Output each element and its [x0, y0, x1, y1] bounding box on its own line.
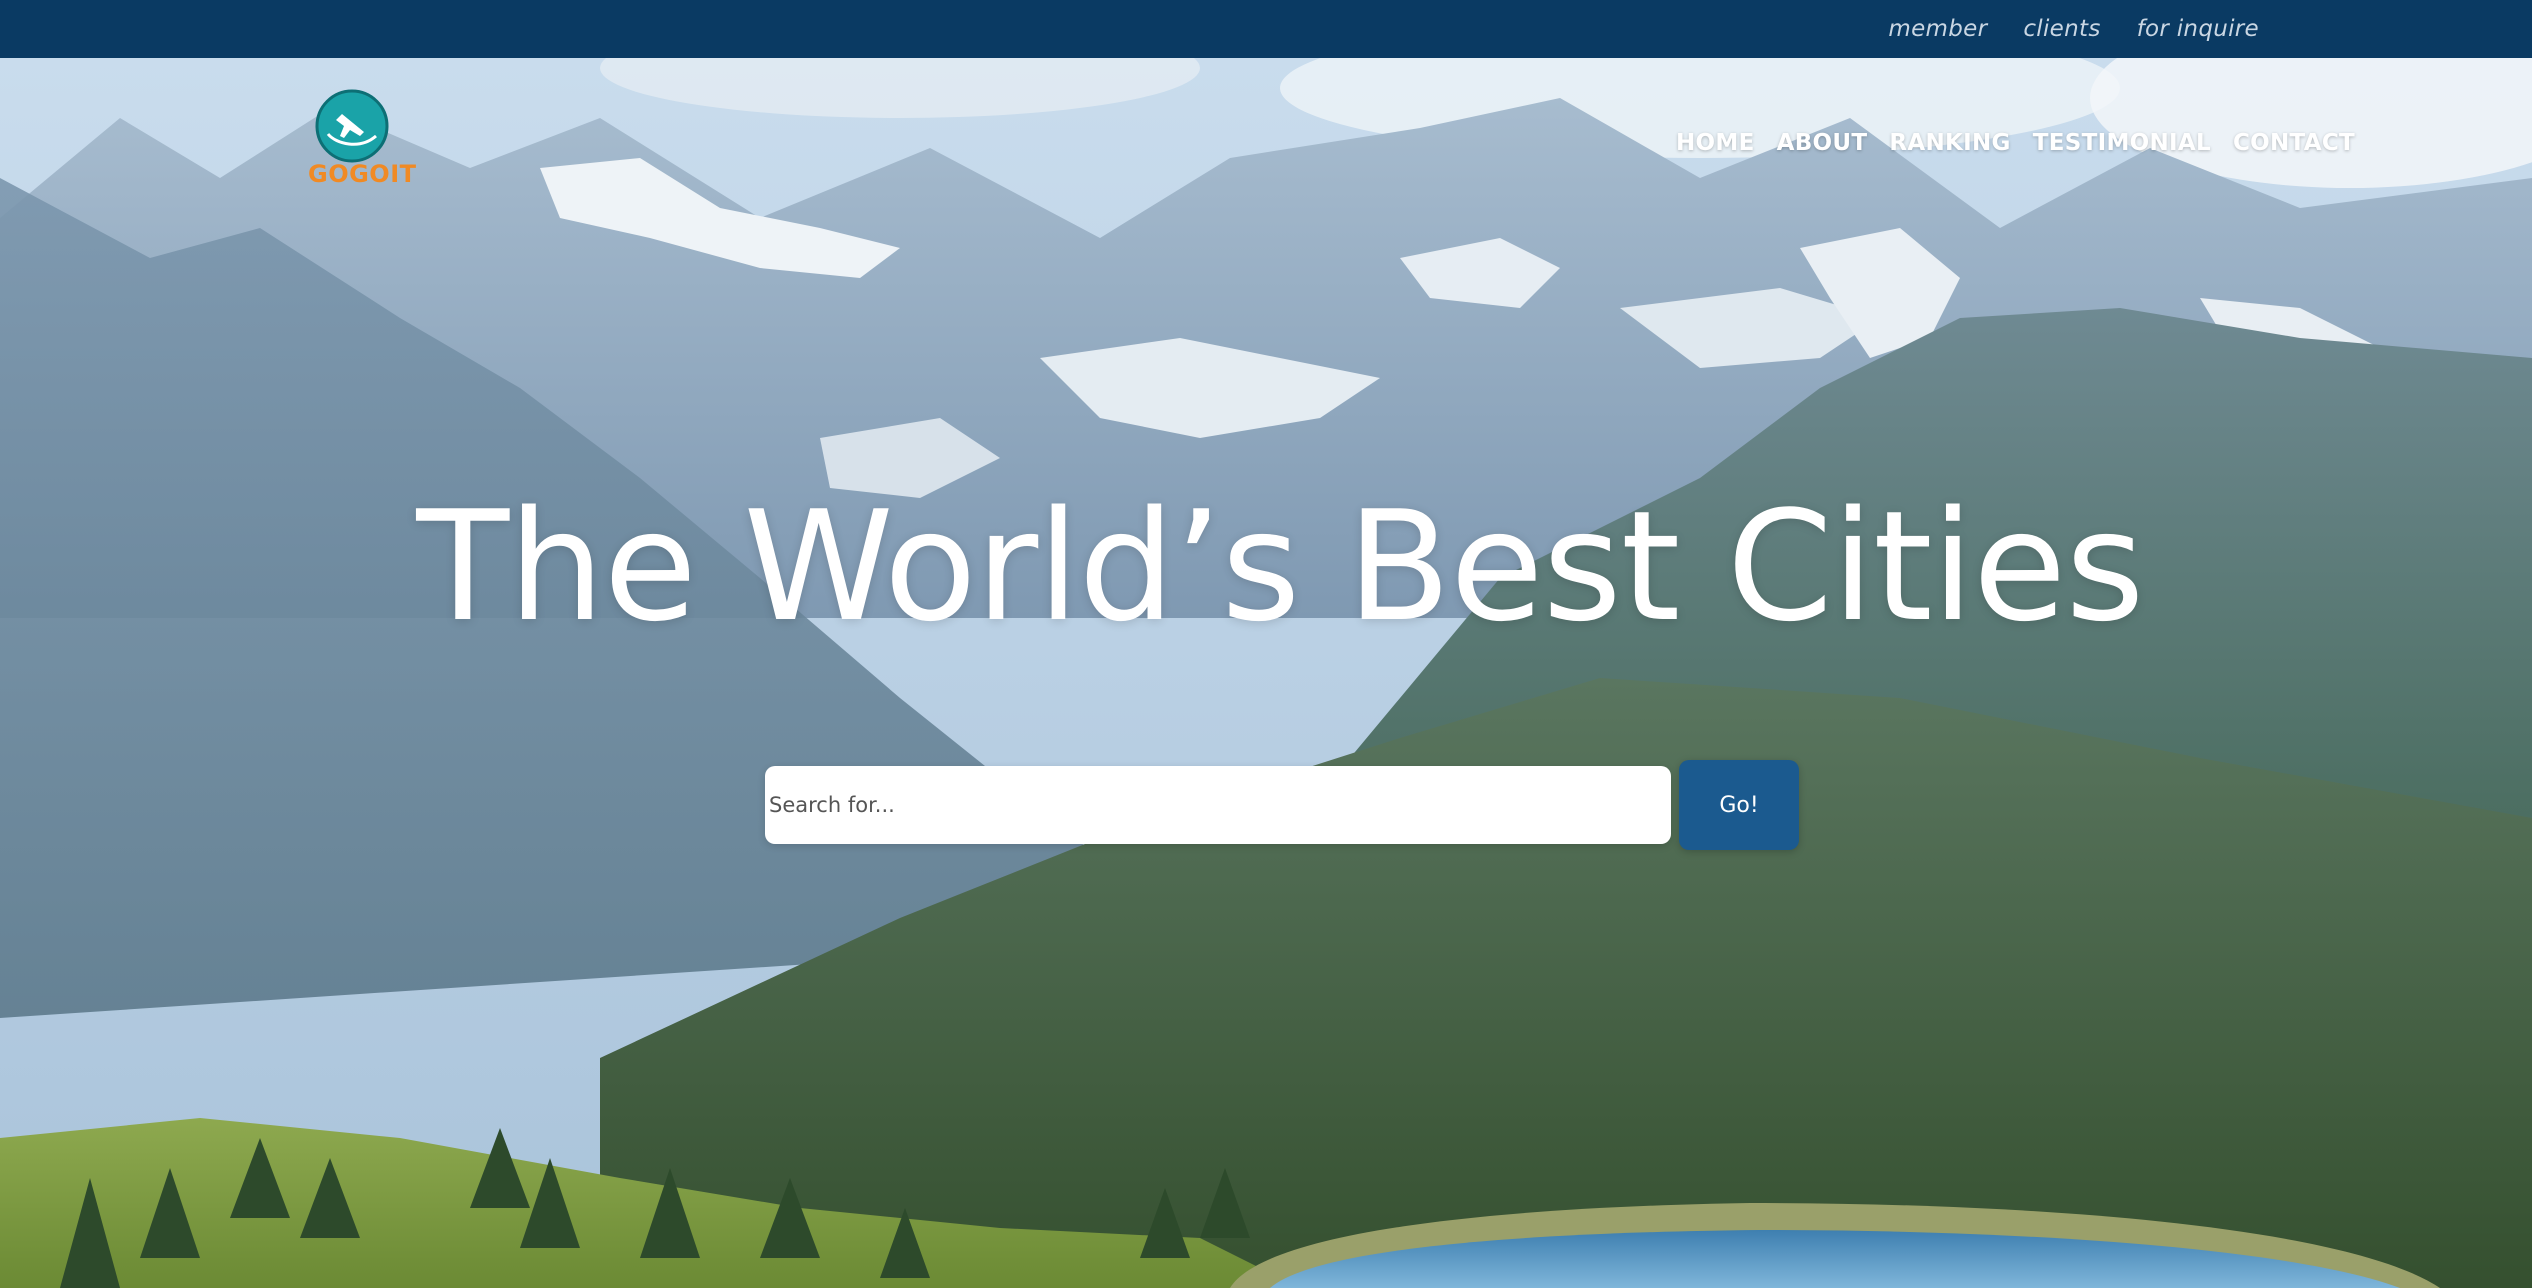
logo-text: GOGOIT [308, 160, 417, 188]
brand-logo[interactable]: GOGOIT [308, 88, 417, 193]
nav-item-home[interactable]: HOME [1676, 130, 1755, 156]
main-nav: HOME ABOUT RANKING TESTIMONIAL CONTACT [1676, 130, 2355, 156]
airplane-icon [315, 89, 389, 163]
nav-item-contact[interactable]: CONTACT [2233, 130, 2355, 156]
topbar-link-member[interactable]: member [1888, 16, 1987, 42]
hero-headline: The World’s Best Cities [416, 478, 2144, 655]
topbar-link-clients[interactable]: clients [2023, 16, 2100, 42]
nav-item-testimonial[interactable]: TESTIMONIAL [2033, 130, 2211, 156]
nav-item-about[interactable]: ABOUT [1777, 130, 1868, 156]
go-button[interactable]: Go! [1679, 760, 1799, 850]
topbar-links: member clients for inquire [1888, 0, 2259, 58]
nav-item-ranking[interactable]: RANKING [1889, 130, 2010, 156]
top-utility-bar: member clients for inquire [0, 0, 2532, 58]
topbar-link-inquire[interactable]: for inquire [2137, 16, 2259, 42]
hero-background-image [0, 58, 2532, 1288]
search-input[interactable] [765, 766, 1671, 844]
hero-section: GOGOIT HOME ABOUT RANKING TESTIMONIAL CO… [0, 58, 2532, 1288]
